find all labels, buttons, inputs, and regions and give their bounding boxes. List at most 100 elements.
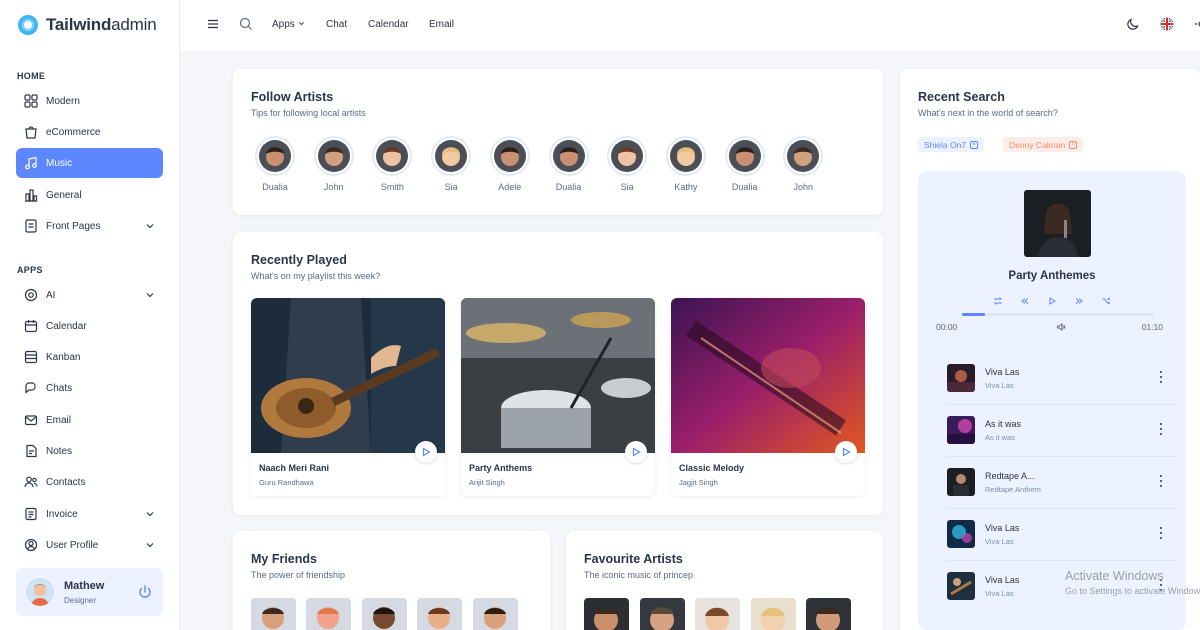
sidebar-item-ai[interactable]: AI xyxy=(16,280,163,310)
track-thumbnail xyxy=(947,572,975,600)
moon-icon[interactable] xyxy=(1126,17,1140,31)
fast-forward-icon[interactable] xyxy=(1074,296,1084,306)
power-icon[interactable] xyxy=(137,584,153,600)
artist-avatar[interactable]: Dualia xyxy=(544,136,594,192)
sidebar-item-email[interactable]: Email xyxy=(16,405,163,435)
ai-icon xyxy=(24,288,38,302)
avatar[interactable] xyxy=(26,578,54,606)
sidebar-item-kanban[interactable]: Kanban xyxy=(16,342,163,372)
more-vertical-icon[interactable] xyxy=(1159,422,1163,436)
favourite-artist-image[interactable] xyxy=(584,598,629,630)
now-playing-cover xyxy=(1024,190,1091,257)
friend-avatar[interactable] xyxy=(473,598,518,630)
artist-avatar[interactable]: John xyxy=(309,136,359,192)
sidebar-item-label: Kanban xyxy=(46,351,81,363)
favourite-artist-image[interactable] xyxy=(751,598,796,630)
card-subtitle: What's next in the world of search? xyxy=(918,108,1058,118)
sidebar-item-label: Calendar xyxy=(46,320,87,332)
sidebar-item-contacts[interactable]: Contacts xyxy=(16,467,163,497)
artist-avatar[interactable]: Smith xyxy=(367,136,417,192)
sidebar-item-notes[interactable]: Notes xyxy=(16,436,163,466)
artist-avatar[interactable]: Adele xyxy=(485,136,535,192)
artist-name: Adele xyxy=(498,182,522,192)
more-vertical-icon[interactable] xyxy=(1159,370,1163,384)
sidebar: Tailwindadmin HOME Modern eCommerce Musi… xyxy=(0,0,180,630)
play-icon[interactable] xyxy=(1047,296,1057,306)
artist-avatar[interactable]: John xyxy=(778,136,828,192)
artist-name: Dualia xyxy=(555,182,582,192)
playlist-tile[interactable]: Party Anthems Arijit Singh xyxy=(461,298,655,496)
sidebar-item-user-profile[interactable]: User Profile xyxy=(16,530,163,560)
sidebar-item-label: Music xyxy=(46,157,73,169)
favourite-artist-image[interactable] xyxy=(806,598,851,630)
friend-avatar[interactable] xyxy=(417,598,462,630)
friend-avatar[interactable] xyxy=(251,598,296,630)
friend-avatar[interactable] xyxy=(306,598,351,630)
playlist-tile[interactable]: Classic Melody Jagjit Singh xyxy=(671,298,865,496)
sidebar-item-label: Contacts xyxy=(46,476,86,488)
track-list-item[interactable]: Viva Las Viva Las xyxy=(947,353,1177,405)
menu-icon[interactable] xyxy=(206,17,220,31)
artist-name: Kathy xyxy=(674,182,698,192)
uk-flag-icon[interactable] xyxy=(1160,17,1174,31)
topbar-email[interactable]: Email xyxy=(429,19,454,30)
progress-fill xyxy=(962,313,986,316)
track-thumbnail xyxy=(947,468,975,496)
sidebar-item-general[interactable]: General xyxy=(16,180,163,210)
invoice-icon xyxy=(24,507,38,521)
play-button[interactable] xyxy=(415,441,437,463)
close-icon[interactable]: × xyxy=(970,140,979,149)
search-icon[interactable] xyxy=(239,17,253,31)
repeat-icon[interactable] xyxy=(993,296,1003,306)
settings-icon[interactable] xyxy=(1194,17,1200,31)
track-list-item[interactable]: Viva Las Viva Las xyxy=(947,509,1177,561)
shuffle-icon[interactable] xyxy=(1101,296,1111,306)
rewind-icon[interactable] xyxy=(1020,296,1030,306)
close-icon[interactable]: × xyxy=(1069,140,1078,149)
topbar-chat[interactable]: Chat xyxy=(326,19,347,30)
friend-avatar[interactable] xyxy=(362,598,407,630)
play-button[interactable] xyxy=(835,441,857,463)
sidebar-item-music[interactable]: Music xyxy=(16,148,163,178)
artist-photo xyxy=(493,140,526,172)
topbar-calendar[interactable]: Calendar xyxy=(368,19,409,30)
favourite-artist-image[interactable] xyxy=(695,598,740,630)
artist-avatar[interactable]: Dualia xyxy=(720,136,770,192)
more-vertical-icon[interactable] xyxy=(1159,474,1163,488)
track-list-item[interactable]: Redtape A... Redtape Anthem xyxy=(947,457,1177,509)
play-button[interactable] xyxy=(625,441,647,463)
search-chip[interactable]: Shiela On7 × xyxy=(918,137,985,152)
track-thumbnail xyxy=(947,364,975,392)
artist-avatar[interactable]: Sia xyxy=(602,136,652,192)
sidebar-item-invoice[interactable]: Invoice xyxy=(16,499,163,529)
album-art-image xyxy=(461,298,655,453)
sidebar-item-calendar[interactable]: Calendar xyxy=(16,311,163,341)
sidebar-item-front-pages[interactable]: Front Pages xyxy=(16,211,163,241)
search-chip[interactable]: Denny Caknan × xyxy=(1003,137,1084,152)
brand-name: Tailwindadmin xyxy=(46,15,157,34)
playlist-tile[interactable]: Naach Meri Rani Guru Randhawa xyxy=(251,298,445,496)
track-title: As it was xyxy=(985,419,1022,429)
track-artist: Viva Las xyxy=(985,381,1014,390)
sidebar-item-modern[interactable]: Modern xyxy=(16,86,163,116)
topbar-apps[interactable]: Apps xyxy=(272,19,305,30)
grid-icon xyxy=(24,94,38,108)
artist-avatar[interactable]: Sia xyxy=(426,136,476,192)
progress-track[interactable] xyxy=(962,313,1154,316)
card-subtitle: Tips for following local artists xyxy=(251,108,366,118)
sidebar-item-chats[interactable]: Chats xyxy=(16,373,163,403)
card-title: Follow Artists xyxy=(251,90,334,104)
brand-logo[interactable]: Tailwindadmin xyxy=(18,14,157,36)
card-subtitle: What's on my playlist this week? xyxy=(251,271,381,281)
more-vertical-icon[interactable] xyxy=(1159,526,1163,540)
artist-photo xyxy=(669,140,702,172)
sidebar-item-label: User Profile xyxy=(46,539,99,551)
sidebar-item-label: eCommerce xyxy=(46,126,101,138)
sidebar-item-ecommerce[interactable]: eCommerce xyxy=(16,117,163,147)
track-list-item[interactable]: As it was As it was xyxy=(947,405,1177,457)
album-art-image xyxy=(671,298,865,453)
favourite-artist-image[interactable] xyxy=(640,598,685,630)
artist-avatar[interactable]: Kathy xyxy=(661,136,711,192)
artist-avatar[interactable]: Dualia xyxy=(250,136,300,192)
volume-icon[interactable] xyxy=(1056,322,1066,332)
